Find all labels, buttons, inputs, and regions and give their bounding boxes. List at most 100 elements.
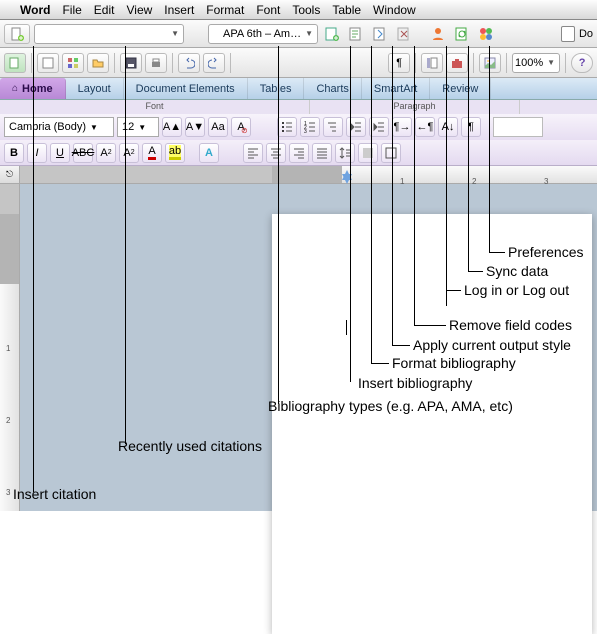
italic-button[interactable]: I	[27, 143, 47, 163]
callout-remove-codes: Remove field codes	[449, 317, 572, 333]
redo-button[interactable]	[203, 53, 225, 73]
chevron-down-icon: ▼	[90, 123, 98, 132]
callout-login: Log in or Log out	[464, 282, 569, 298]
chevron-down-icon: ▼	[171, 29, 179, 38]
insert-citation-button[interactable]	[4, 24, 30, 44]
recent-citations-dropdown[interactable]: ▼	[34, 24, 184, 44]
grow-font-button[interactable]: A▲	[162, 117, 182, 137]
tab-smartart[interactable]: SmartArt	[362, 78, 430, 99]
font-size-dropdown[interactable]: 12 ▼	[117, 117, 159, 137]
ltr-button[interactable]: ¶→	[392, 117, 412, 137]
align-center-button[interactable]	[266, 143, 286, 163]
menu-table[interactable]: Table	[332, 3, 361, 17]
tab-document-elements[interactable]: Document Elements	[124, 78, 248, 99]
borders-button[interactable]	[381, 143, 401, 163]
tab-layout[interactable]: Layout	[66, 78, 124, 99]
zoom-value: 100%	[515, 57, 543, 69]
callout-bib-types: Bibliography types (e.g. APA, AMA, etc)	[268, 398, 513, 414]
tab-label: Charts	[316, 83, 348, 95]
sort-button[interactable]: A↓	[438, 117, 458, 137]
highlight-button[interactable]: ab	[165, 143, 185, 163]
undo-button[interactable]	[178, 53, 200, 73]
insert-bibliography-button[interactable]	[322, 24, 342, 44]
show-hide-button[interactable]: ¶	[461, 117, 481, 137]
chevron-down-icon: ▼	[138, 123, 146, 132]
multilevel-list-button[interactable]	[323, 117, 343, 137]
preferences-button[interactable]	[476, 24, 496, 44]
increase-indent-button[interactable]	[369, 117, 389, 137]
print-button[interactable]	[145, 53, 167, 73]
menu-window[interactable]: Window	[373, 3, 416, 17]
font-name-value: Cambria (Body)	[9, 121, 86, 133]
callout-insert-citation: Insert citation	[13, 486, 96, 502]
tab-label: Layout	[78, 83, 111, 95]
justify-button[interactable]	[312, 143, 332, 163]
styles-preview[interactable]	[493, 117, 543, 137]
align-left-button[interactable]	[243, 143, 263, 163]
horizontal-ruler[interactable]: 1 2 3	[20, 166, 597, 184]
rtl-button[interactable]: ←¶	[415, 117, 435, 137]
remove-field-codes-button[interactable]	[394, 24, 414, 44]
change-case-button[interactable]: Aa	[208, 117, 228, 137]
toolbox-button[interactable]	[446, 53, 468, 73]
zoom-dropdown[interactable]: 100%▼	[512, 53, 560, 73]
apply-output-style-button[interactable]	[370, 24, 390, 44]
tab-tables[interactable]: Tables	[248, 78, 305, 99]
new-button[interactable]	[4, 53, 26, 73]
callout-insert-bib: Insert bibliography	[358, 375, 472, 391]
font-size-value: 12	[122, 121, 134, 133]
menu-insert[interactable]: Insert	[164, 3, 194, 17]
media-browser-button[interactable]	[479, 53, 501, 73]
menu-format[interactable]: Format	[206, 3, 244, 17]
bullets-button[interactable]	[277, 117, 297, 137]
menu-edit[interactable]: Edit	[94, 3, 115, 17]
decrease-indent-button[interactable]	[346, 117, 366, 137]
shading-button[interactable]	[358, 143, 378, 163]
app-menu[interactable]: Word	[20, 3, 50, 17]
line-spacing-button[interactable]	[335, 143, 355, 163]
bibliography-style-value: APA 6th – Am…	[223, 28, 301, 40]
format-bibliography-button[interactable]	[346, 24, 366, 44]
help-button[interactable]: ?	[571, 53, 593, 73]
ruler-corner[interactable]: ⎋	[0, 166, 20, 184]
group-font-label: Font	[0, 100, 310, 114]
mac-menubar: Word File Edit View Insert Format Font T…	[0, 0, 597, 20]
tab-review[interactable]: Review	[430, 78, 491, 99]
callout-recent-citations: Recently used citations	[118, 438, 262, 454]
underline-button[interactable]: U	[50, 143, 70, 163]
subscript-button[interactable]: A2	[96, 143, 116, 163]
open-button[interactable]	[87, 53, 109, 73]
shrink-font-button[interactable]: A▼	[185, 117, 205, 137]
bibliography-style-dropdown[interactable]: APA 6th – Am… ▼	[208, 24, 318, 44]
numbering-button[interactable]: 123	[300, 117, 320, 137]
align-right-button[interactable]	[289, 143, 309, 163]
svg-text:3: 3	[304, 129, 307, 134]
font-name-dropdown[interactable]: Cambria (Body) ▼	[4, 117, 114, 137]
document-icon	[561, 26, 575, 42]
callout-format-bib: Format bibliography	[392, 355, 516, 371]
new-from-template-button[interactable]	[37, 53, 59, 73]
tab-label: SmartArt	[374, 83, 417, 95]
callout-sync: Sync data	[486, 263, 548, 279]
menu-font[interactable]: Font	[256, 3, 280, 17]
menu-file[interactable]: File	[62, 3, 81, 17]
superscript-button[interactable]: A2	[119, 143, 139, 163]
sync-data-button[interactable]	[452, 24, 472, 44]
login-logout-button[interactable]	[428, 24, 448, 44]
document-indicator-label: Do	[579, 28, 593, 40]
tab-label: Tables	[260, 83, 292, 95]
gallery-button[interactable]	[62, 53, 84, 73]
text-effects-button[interactable]: A	[199, 143, 219, 163]
font-color-button[interactable]: A	[142, 143, 162, 163]
menu-tools[interactable]: Tools	[292, 3, 320, 17]
sidebar-button[interactable]	[421, 53, 443, 73]
vertical-ruler[interactable]: 1 2 3	[0, 184, 20, 511]
tab-charts[interactable]: Charts	[304, 78, 361, 99]
bold-button[interactable]: B	[4, 143, 24, 163]
clear-formatting-button[interactable]: A⊘	[231, 117, 251, 137]
save-button[interactable]	[120, 53, 142, 73]
strikethrough-button[interactable]: ABC	[73, 143, 93, 163]
text-cursor	[346, 320, 347, 335]
tab-label: Document Elements	[136, 83, 235, 95]
menu-view[interactable]: View	[126, 3, 152, 17]
